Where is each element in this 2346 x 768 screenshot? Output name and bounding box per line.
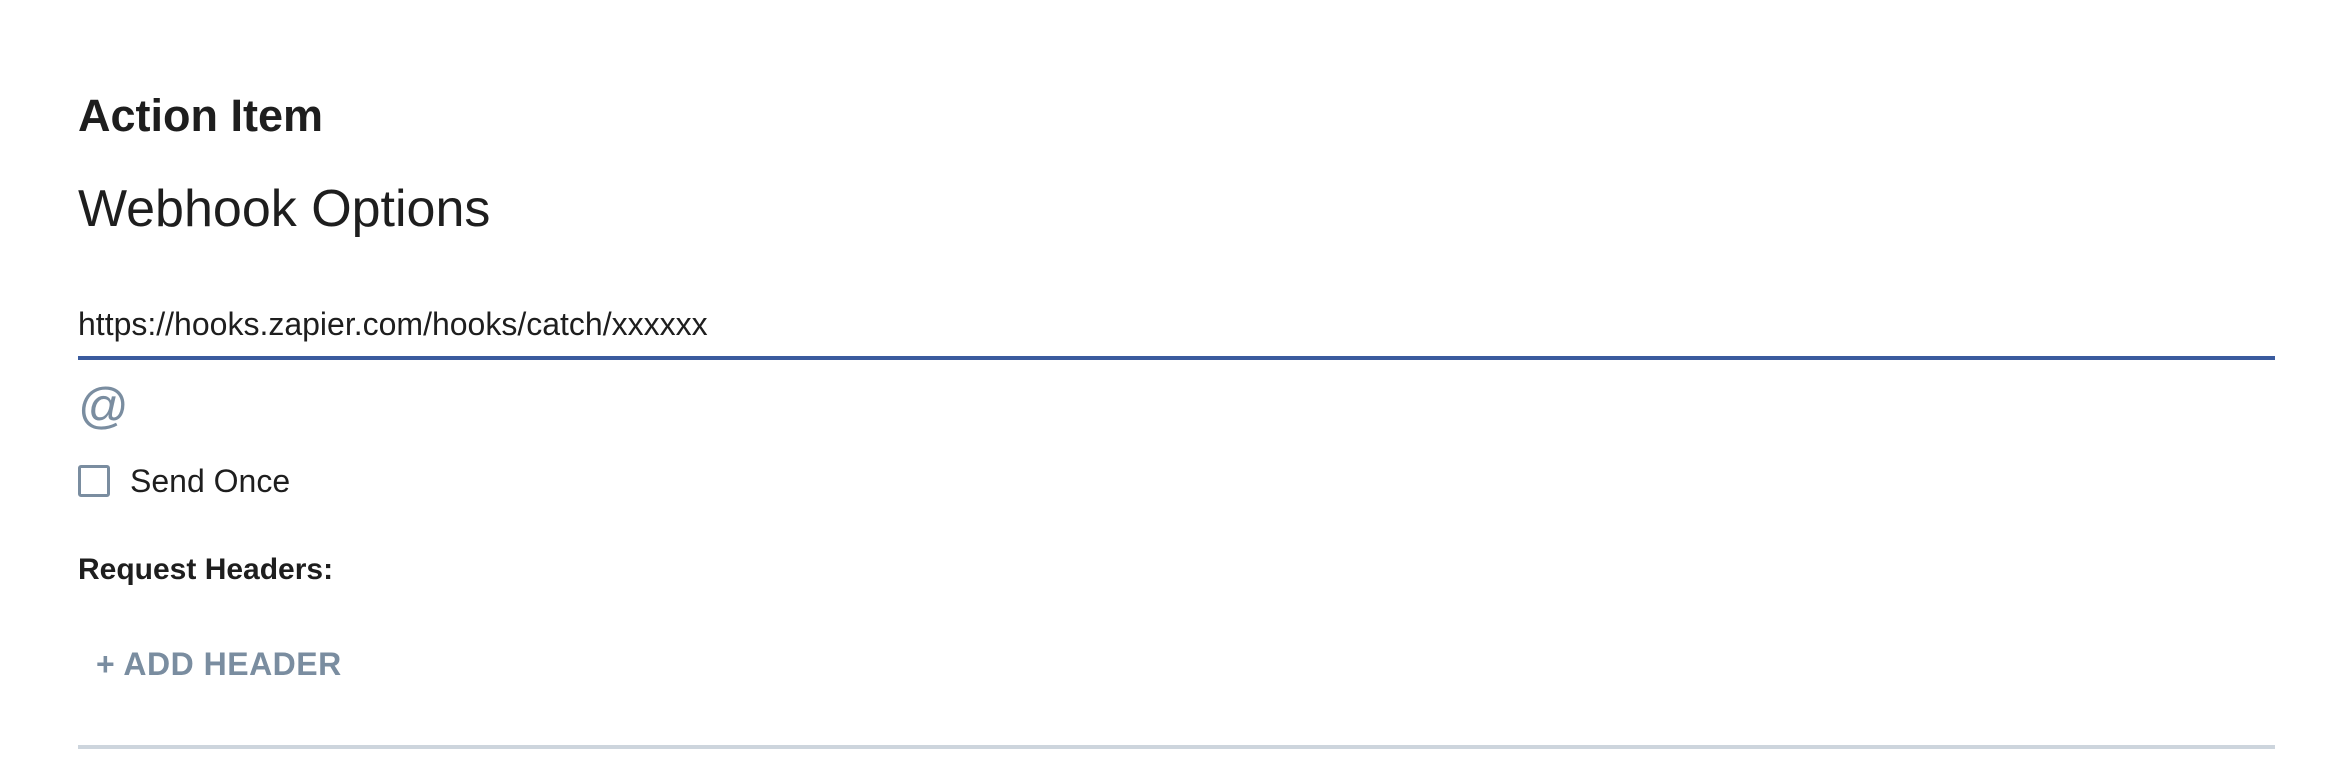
section-divider (78, 745, 2275, 749)
webhook-options-title: Webhook Options (78, 180, 491, 238)
webhook-url-input[interactable] (78, 292, 2275, 360)
send-once-label: Send Once (130, 462, 291, 499)
request-headers-label: Request Headers: (78, 553, 334, 586)
add-header-button[interactable]: + ADD HEADER (78, 638, 360, 691)
send-once-checkbox-row[interactable]: Send Once (78, 462, 290, 500)
at-icon[interactable]: @ (78, 376, 129, 436)
webhook-options-panel: Action Item Webhook Options @ Send Once … (78, 0, 2275, 768)
send-once-checkbox[interactable] (78, 465, 110, 497)
section-title: Action Item (78, 90, 324, 141)
